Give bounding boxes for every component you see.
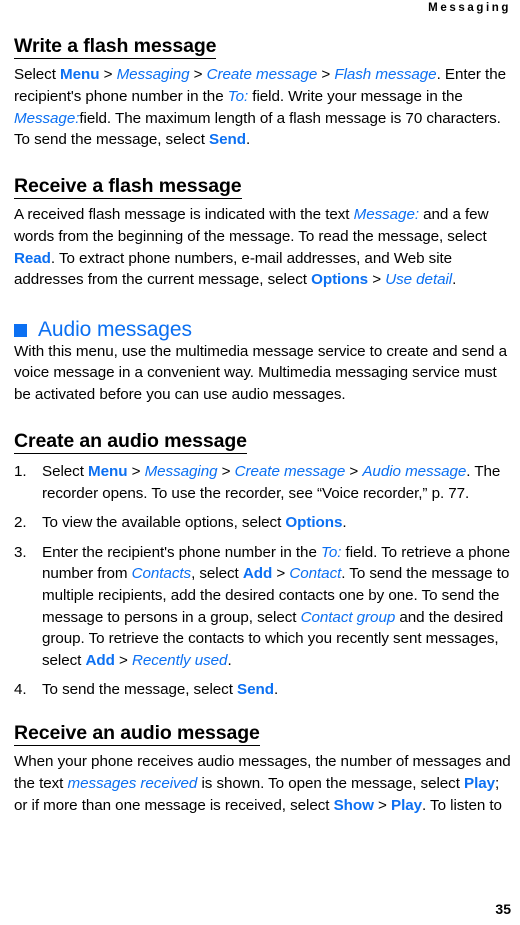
paragraph-receive-audio: When your phone receives audio messages,… <box>14 751 514 816</box>
text-run: . <box>273 681 279 699</box>
ui-term-options: Options <box>311 271 369 289</box>
list-item: 4. To send the message, select Send. <box>14 679 514 701</box>
section-audio-messages: Audio messages <box>14 318 514 341</box>
page-number: 35 <box>495 901 511 917</box>
separator: > <box>345 463 363 481</box>
text-run: field. Write your message in the <box>248 88 463 106</box>
heading-audio-messages: Audio messages <box>14 318 514 341</box>
heading-receive-an-audio-message: Receive an audio message <box>14 723 260 747</box>
separator: > <box>217 463 235 481</box>
text-run: Select <box>14 66 61 84</box>
text-run: Select <box>42 463 89 481</box>
separator: > <box>317 66 335 84</box>
section-write-flash: Write a flash message <box>14 36 514 63</box>
separator: > <box>189 66 207 84</box>
chapter-title-text: Audio messages <box>38 317 192 341</box>
separator: > <box>368 271 386 289</box>
ui-term-read: Read <box>14 249 51 267</box>
ui-term-flash-message: Flash message <box>334 66 437 84</box>
ui-term-to-field: To: <box>227 88 249 106</box>
list-item: 1. Select Menu > Messaging > Create messa… <box>14 461 514 504</box>
ui-term-create-message: Create message <box>234 463 346 481</box>
ui-term-use-detail: Use detail <box>385 271 453 289</box>
separator: > <box>272 565 290 583</box>
text-run: A received flash message is indicated wi… <box>14 206 354 224</box>
ui-term-menu: Menu <box>88 463 128 481</box>
list-item: 3. Enter the recipient's phone number in … <box>14 542 514 672</box>
heading-create-an-audio-message: Create an audio message <box>14 430 247 455</box>
text-run: , select <box>191 565 243 583</box>
paragraph-receive-flash: A received flash message is indicated wi… <box>14 204 514 290</box>
text-run: . <box>452 271 457 289</box>
section-receive-flash: Receive a flash message <box>14 175 514 203</box>
ui-term-message-field: Message: <box>353 206 419 224</box>
ui-term-contact: Contact <box>289 565 342 583</box>
ui-term-messaging: Messaging <box>116 66 190 84</box>
paragraph-write-flash: Select Menu > Messaging > Create message… <box>14 64 514 150</box>
step-number: 2. <box>14 514 27 532</box>
blue-square-bullet-icon <box>14 323 27 337</box>
separator: > <box>127 463 145 481</box>
ui-term-play: Play <box>391 796 423 814</box>
ui-term-to-field: To: <box>321 543 342 561</box>
text-run: field. The maximum length of a flash mes… <box>14 109 501 149</box>
ui-term-contacts: Contacts <box>131 565 192 583</box>
document-page: Messaging Write a flash message Select M… <box>0 0 520 925</box>
text-run: To send the message, select <box>42 681 238 699</box>
heading-write-a-flash-message: Write a flash message <box>14 36 216 60</box>
ui-term-options: Options <box>285 514 343 532</box>
text-run: . <box>227 651 232 669</box>
ordered-step-list: 1. Select Menu > Messaging > Create messa… <box>14 461 514 701</box>
step-number: 1. <box>14 463 27 481</box>
page-content: Write a flash message Select Menu > Mess… <box>14 36 514 816</box>
text-run: . To listen to <box>422 796 502 814</box>
step-number: 3. <box>14 543 27 561</box>
section-create-audio: Create an audio message <box>14 430 514 458</box>
ui-term-add: Add <box>242 565 273 583</box>
ui-term-audio-message: Audio message <box>362 463 467 481</box>
ui-term-messaging: Messaging <box>144 463 218 481</box>
running-header: Messaging <box>428 2 511 14</box>
ui-term-create-message: Create message <box>206 66 318 84</box>
ui-term-contact-group: Contact group <box>300 608 396 626</box>
ui-term-send: Send <box>237 681 274 699</box>
text-run: . <box>342 514 347 532</box>
section-receive-audio: Receive an audio message <box>14 723 514 750</box>
step-number: 4. <box>14 681 27 699</box>
text-run: is shown. To open the message, select <box>197 775 465 793</box>
text-run: Enter the recipient's phone number in th… <box>42 543 321 561</box>
ui-term-play: Play <box>464 775 496 793</box>
text-run: To view the available options, select <box>42 514 286 532</box>
ui-term-send: Send <box>209 131 246 149</box>
separator: > <box>99 66 117 84</box>
paragraph-audio-messages-intro: With this menu, use the multimedia messa… <box>14 342 507 403</box>
heading-receive-a-flash-message: Receive a flash message <box>14 175 242 200</box>
ui-term-menu: Menu <box>60 66 100 84</box>
list-item: 2. To view the available options, select … <box>14 512 514 534</box>
text-run: . <box>245 131 251 149</box>
ui-term-add: Add <box>85 651 115 669</box>
ui-term-recently-used: Recently used <box>131 651 228 669</box>
separator: > <box>114 651 132 669</box>
ui-term-show: Show <box>333 796 374 814</box>
ui-term-message-field: Message: <box>14 109 80 127</box>
ui-term-messages-received: messages received <box>67 775 198 793</box>
separator: > <box>373 796 391 814</box>
